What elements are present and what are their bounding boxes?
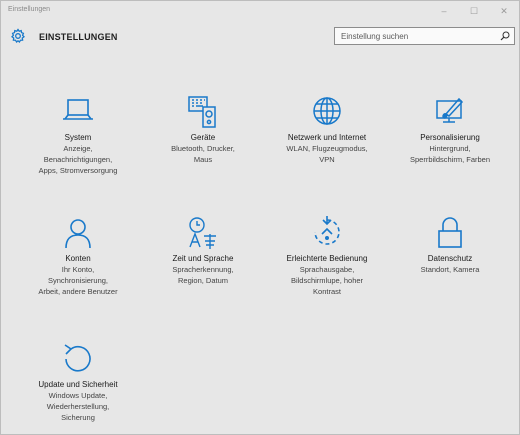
close-button[interactable]: ✕	[489, 1, 519, 21]
laptop-icon	[63, 99, 93, 120]
tile-desc-line: Windows Update,	[48, 391, 108, 400]
gear-icon	[11, 28, 25, 43]
tile-desc-line: Anzeige,	[63, 144, 93, 153]
tile-desc-line: Hintergrund,	[429, 144, 471, 153]
time-language-icon	[189, 217, 216, 249]
person-icon	[65, 219, 91, 249]
tile-desc-line: Maus	[193, 155, 213, 164]
tile-title: Update und Sicherheit	[38, 380, 118, 389]
tile-desc-line: Spracherkennung,	[172, 265, 234, 274]
tile-desc-line: Bildschirmlupe, hoher	[290, 276, 364, 285]
devices-icon	[188, 96, 216, 128]
tile-desc-line: Wiederherstellung,	[46, 402, 110, 411]
minimize-icon: –	[441, 6, 447, 16]
tile-title: Geräte	[190, 133, 216, 142]
tile-time-language[interactable]: Zeit und Sprache Spracherkennung, Region…	[140, 215, 266, 286]
tile-accounts[interactable]: Konten Ihr Konto, Synchronisierung, Arbe…	[15, 215, 141, 297]
tile-desc-line: Standort, Kamera	[420, 265, 480, 274]
tile-title: Personalisierung	[420, 133, 480, 142]
tile-title: Erleichterte Bedienung	[286, 254, 368, 263]
search-box[interactable]	[334, 27, 515, 45]
tile-desc-line: Arbeit, andere Benutzer	[38, 287, 118, 296]
tile-desc-line: Synchronisierung,	[47, 276, 109, 285]
search-input[interactable]	[335, 28, 501, 44]
close-icon: ✕	[500, 5, 508, 16]
tile-desc-line: Sperrbildschirm, Farben	[409, 155, 491, 164]
update-icon	[64, 344, 91, 372]
tile-system[interactable]: System Anzeige, Benachrichtigungen, Apps…	[15, 94, 141, 176]
tile-title: Datenschutz	[427, 254, 473, 263]
tile-network[interactable]: Netzwerk und Internet WLAN, Flugzeugmodu…	[264, 94, 390, 165]
personalization-icon	[436, 97, 464, 123]
tile-title: Konten	[65, 254, 91, 263]
minimize-button[interactable]: –	[429, 1, 459, 21]
maximize-button[interactable]: ☐	[459, 1, 489, 21]
ease-of-access-icon	[314, 216, 340, 245]
tile-ease-of-access[interactable]: Erleichterte Bedienung Sprachausgabe, Bi…	[264, 215, 390, 297]
tile-desc-line: Apps, Stromversorgung	[38, 166, 118, 175]
title-bar: Einstellungen – ☐ ✕	[1, 1, 519, 21]
maximize-icon: ☐	[469, 5, 479, 16]
globe-icon	[313, 97, 341, 125]
tile-personalization[interactable]: Personalisierung Hintergrund, Sperrbilds…	[387, 94, 513, 165]
tile-desc-line: Benachrichtigungen,	[43, 155, 113, 164]
tile-privacy[interactable]: Datenschutz Standort, Kamera	[387, 215, 513, 275]
tile-desc-line: Kontrast	[313, 287, 341, 296]
tile-desc-line: WLAN, Flugzeugmodus,	[286, 144, 368, 153]
tile-desc-line: VPN	[319, 155, 335, 164]
lock-icon	[438, 217, 462, 248]
tile-desc-line: Sprachausgabe,	[299, 265, 355, 274]
tile-title: Zeit und Sprache	[172, 254, 234, 263]
tile-desc-line: Sicherung	[61, 413, 95, 422]
settings-window: Einstellungen – ☐ ✕ EINSTELLUNGEN Einste…	[0, 0, 520, 435]
tile-devices[interactable]: Geräte Bluetooth, Drucker, Maus	[140, 94, 266, 165]
tile-title: System	[64, 133, 92, 142]
tile-update-security[interactable]: Update und Sicherheit Windows Update, Wi…	[15, 341, 141, 423]
window-title: Einstellungen	[8, 6, 51, 13]
page-title: EINSTELLUNGEN	[39, 32, 118, 42]
tile-desc-line: Region, Datum	[177, 276, 229, 285]
search-icon[interactable]	[500, 31, 510, 41]
tile-title: Netzwerk und Internet	[287, 133, 367, 142]
tile-desc-line: Ihr Konto,	[61, 265, 95, 274]
tile-desc-line: Bluetooth, Drucker,	[171, 144, 235, 153]
